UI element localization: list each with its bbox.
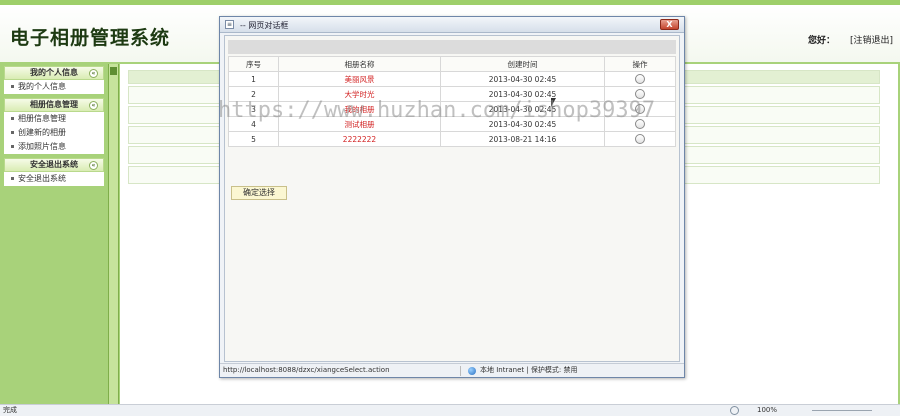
sidebar-item-create-album[interactable]: 创建新的相册 (4, 126, 104, 140)
select-radio[interactable] (635, 104, 645, 114)
select-radio[interactable] (635, 134, 645, 144)
sidebar-item-album-management[interactable]: 相册信息管理 (4, 112, 104, 126)
collapse-icon[interactable]: « (89, 69, 98, 78)
menu-header-logout[interactable]: 安全退出系统 « (4, 158, 104, 172)
cell-created-time: 2013-04-30 02:45 (440, 86, 605, 102)
column-header-action: 操作 (604, 56, 676, 72)
dialog-toolbar (228, 40, 676, 54)
column-header-album-name: 相册名称 (278, 56, 441, 72)
cell-created-time: 2013-08-21 14:16 (440, 131, 605, 147)
menu-header-label: 相册信息管理 (30, 100, 78, 109)
cell-album-name: 2222222 (278, 131, 441, 147)
cell-action (604, 116, 676, 132)
greeting-label: 您好： (808, 36, 836, 46)
close-button[interactable]: X (660, 19, 679, 30)
cell-number: 3 (228, 101, 279, 117)
collapse-icon[interactable]: « (89, 101, 98, 110)
zoom-slider[interactable] (812, 410, 872, 411)
app-title: 电子相册管理系统 (10, 27, 171, 49)
cell-album-name: 测试相册 (278, 116, 441, 132)
status-divider (460, 366, 461, 376)
column-header-created-time: 创建时间 (440, 56, 605, 72)
browser-status-bar: 完成 100% (0, 404, 900, 416)
cell-action (604, 131, 676, 147)
menu-header-personal-info[interactable]: 我的个人信息 « (4, 66, 104, 80)
cell-action (604, 71, 676, 87)
logout-link[interactable]: [注销退出] (850, 33, 893, 46)
cell-number: 2 (228, 86, 279, 102)
zoom-icon[interactable] (730, 406, 739, 415)
sidebar-item-label: 我的个人信息 (18, 82, 66, 91)
table-row: 5 2222222 2013-08-21 14:16 (228, 131, 676, 147)
select-radio[interactable] (635, 74, 645, 84)
select-radio[interactable] (635, 119, 645, 129)
menu-group-personal-info: 我的个人信息 « 我的个人信息 (4, 66, 104, 94)
bullet-icon (11, 131, 14, 134)
album-table: 序号 相册名称 创建时间 操作 1 美丽风景 2013-04-30 02:45 … (228, 56, 676, 147)
cell-created-time: 2013-04-30 02:45 (440, 116, 605, 132)
cell-album-name: 我的相册 (278, 101, 441, 117)
sidebar-item-label: 创建新的相册 (18, 128, 66, 137)
cell-album-name: 美丽风景 (278, 71, 441, 87)
cell-album-name: 大学时光 (278, 86, 441, 102)
select-radio[interactable] (635, 89, 645, 99)
table-row: 4 测试相册 2013-04-30 02:45 (228, 116, 676, 132)
dialog-body: 序号 相册名称 创建时间 操作 1 美丽风景 2013-04-30 02:45 … (224, 35, 680, 362)
status-url: http://localhost:8088/dzxc/xiangceSelect… (223, 366, 390, 374)
bullet-icon (11, 177, 14, 180)
globe-icon (468, 367, 476, 375)
sidebar-item-my-info[interactable]: 我的个人信息 (4, 80, 104, 94)
status-text: 完成 (3, 406, 17, 414)
confirm-selection-button[interactable]: 确定选择 (231, 186, 287, 200)
table-row: 1 美丽风景 2013-04-30 02:45 (228, 71, 676, 87)
sidebar-splitter[interactable] (108, 64, 119, 404)
splitter-handle-icon[interactable] (110, 67, 117, 75)
sidebar-item-add-photo[interactable]: 添加照片信息 (4, 140, 104, 154)
table-header-row: 序号 相册名称 创建时间 操作 (228, 56, 676, 72)
menu-group-album-management: 相册信息管理 « 相册信息管理 创建新的相册 添加照片信息 (4, 98, 104, 154)
sidebar: 我的个人信息 « 我的个人信息 相册信息管理 « 相册信息管理 创建新的相册 添… (4, 66, 104, 224)
menu-group-logout: 安全退出系统 « 安全退出系统 (4, 158, 104, 186)
cell-number: 4 (228, 116, 279, 132)
cell-number: 5 (228, 131, 279, 147)
cell-action (604, 86, 676, 102)
cell-action (604, 101, 676, 117)
table-row: 2 大学时光 2013-04-30 02:45 (228, 86, 676, 102)
sidebar-item-label: 安全退出系统 (18, 174, 66, 183)
mouse-cursor-icon (551, 98, 556, 107)
page-icon: ≡ (225, 20, 234, 29)
sidebar-item-logout[interactable]: 安全退出系统 (4, 172, 104, 186)
cell-created-time: 2013-04-30 02:45 (440, 71, 605, 87)
dialog-status-bar: http://localhost:8088/dzxc/xiangceSelect… (220, 363, 684, 377)
zoom-level[interactable]: 100% (757, 405, 777, 416)
menu-header-label: 安全退出系统 (30, 160, 78, 169)
cell-number: 1 (228, 71, 279, 87)
table-row: 3 我的相册 2013-04-30 02:45 (228, 101, 676, 117)
album-select-dialog: ≡ -- 网页对话框 X 序号 相册名称 创建时间 操作 1 美丽风景 2013… (219, 16, 685, 378)
security-zone: 本地 Intranet | 保护模式: 禁用 (480, 366, 578, 374)
bullet-icon (11, 145, 14, 148)
menu-header-album-management[interactable]: 相册信息管理 « (4, 98, 104, 112)
dialog-titlebar[interactable]: ≡ -- 网页对话框 X (220, 17, 684, 33)
sidebar-item-label: 相册信息管理 (18, 114, 66, 123)
bullet-icon (11, 117, 14, 120)
sidebar-item-label: 添加照片信息 (18, 142, 66, 151)
bullet-icon (11, 85, 14, 88)
dialog-title: -- 网页对话框 (240, 21, 289, 30)
cell-created-time: 2013-04-30 02:45 (440, 101, 605, 117)
collapse-icon[interactable]: « (89, 161, 98, 170)
menu-header-label: 我的个人信息 (30, 68, 78, 77)
column-header-number: 序号 (228, 56, 279, 72)
